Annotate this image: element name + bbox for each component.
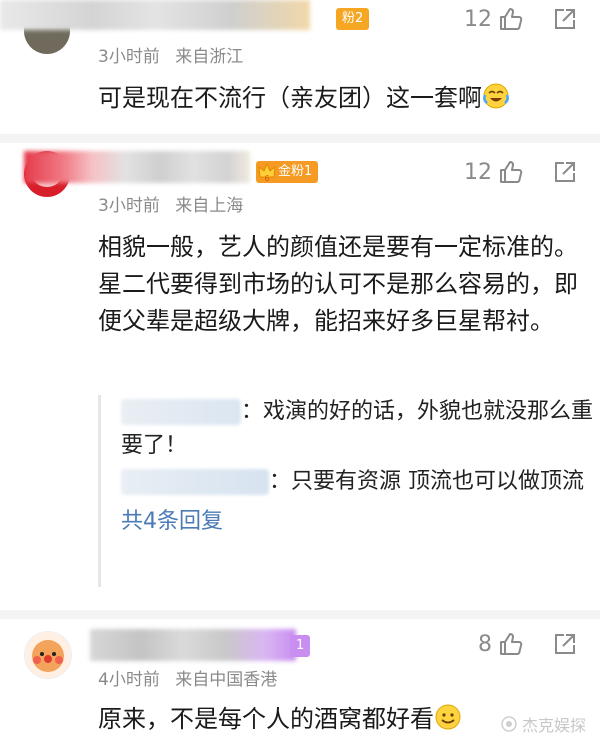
comment-text: 相貌一般，艺人的颜值还是要有一定标准的。星二代要得到市场的认可不是那么容易的，即… [98, 233, 578, 335]
reply-thread: ：戏演的好的话，外貌也就没那么重要了！ ：只要有资源 顶流也可以做顶流 共4条回… [98, 395, 600, 587]
reply-text: ：只要有资源 顶流也可以做顶流 [269, 469, 584, 494]
reply-item[interactable]: ：只要有资源 顶流也可以做顶流 [101, 465, 600, 499]
time: 4小时前 [98, 670, 160, 690]
like-count: 12 [464, 6, 492, 32]
location: 来自中国香港 [175, 670, 278, 690]
svg-text:6: 6 [264, 174, 269, 183]
comment-text-body: 可是现在不流行（亲友团）这一套啊 [98, 84, 482, 112]
watermark-logo-icon [500, 715, 518, 733]
laugh-cry-emoji [482, 82, 510, 121]
time: 3小时前 [98, 47, 160, 67]
reply-username[interactable] [121, 469, 269, 495]
comment-text: 可是现在不流行（亲友团）这一套啊 [98, 80, 578, 121]
location: 来自上海 [175, 196, 244, 216]
share-icon[interactable] [552, 631, 578, 657]
reply-item[interactable]: ：戏演的好的话，外貌也就没那么重要了！ [101, 395, 600, 463]
badge-label: 金粉1 [278, 164, 313, 179]
username[interactable] [0, 0, 310, 30]
like-count: 8 [478, 631, 492, 657]
comment-text-body: 原来，不是每个人的酒窝都好看 [98, 705, 434, 733]
crown-icon: 6 [258, 161, 276, 183]
divider [0, 610, 600, 619]
time: 3小时前 [98, 196, 160, 216]
comment-actions: 12 [464, 159, 578, 185]
comment-actions: 12 [464, 6, 578, 32]
share-icon[interactable] [552, 159, 578, 185]
divider [0, 134, 600, 143]
watermark: 杰克娱探 [500, 712, 586, 736]
username[interactable] [24, 151, 250, 183]
comment-meta: 3小时前 来自上海 [98, 191, 253, 216]
more-replies-link[interactable]: 共4条回复 [101, 505, 600, 539]
avatar-image [32, 640, 64, 672]
comment-2: 6 金粉1 12 3小时前 来自上海 相貌一般，艺人的颜值还是要有一定标准的。星… [0, 143, 600, 613]
location: 来自浙江 [175, 47, 244, 67]
like-count: 12 [464, 159, 492, 185]
share-icon[interactable] [552, 6, 578, 32]
like-icon[interactable] [498, 6, 524, 32]
smile-emoji [434, 703, 462, 742]
reply-username[interactable] [121, 399, 241, 425]
fan-badge[interactable]: 1 [290, 635, 311, 657]
username[interactable] [90, 629, 296, 661]
like-icon[interactable] [498, 631, 524, 657]
gold-fan-badge[interactable]: 6 金粉1 [256, 161, 319, 183]
comment-actions: 8 [478, 631, 578, 657]
watermark-text: 杰克娱探 [521, 716, 586, 735]
avatar[interactable] [24, 631, 72, 679]
like-icon[interactable] [498, 159, 524, 185]
comment-meta: 3小时前 来自浙江 [98, 42, 253, 67]
comment-meta: 4小时前 来自中国香港 [98, 665, 287, 690]
comment-1: 粉2 12 3小时前 来自浙江 可是现在不流行（亲友团）这一套啊 [0, 0, 600, 140]
fan-badge[interactable]: 粉2 [336, 8, 370, 30]
